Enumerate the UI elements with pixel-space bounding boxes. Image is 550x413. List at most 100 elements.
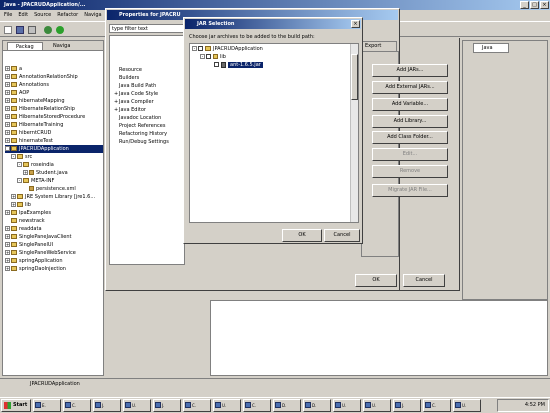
properties-nav-item[interactable]: Project References (114, 122, 169, 130)
edit-button[interactable]: Edit... (372, 148, 448, 161)
menu-refactor[interactable]: Refactor (57, 11, 78, 20)
expand-icon[interactable]: + (11, 194, 16, 199)
expand-icon[interactable]: + (5, 234, 10, 239)
export-tab[interactable]: Export (361, 41, 397, 51)
properties-nav-item[interactable]: Refactoring History (114, 130, 169, 138)
taskbar-item[interactable]: D. (303, 399, 331, 412)
taskbar-item[interactable]: C. (63, 399, 91, 412)
explorer-item[interactable]: + a (5, 65, 103, 73)
run-icon[interactable] (56, 26, 64, 34)
explorer-item[interactable]: + Student.java (5, 169, 103, 177)
expand-icon[interactable]: + (5, 98, 10, 103)
filter-input[interactable]: type filter text (109, 24, 185, 33)
taskbar-item[interactable]: U. (453, 399, 481, 412)
taskbar-item[interactable]: U. (363, 399, 391, 412)
explorer-item[interactable]: + springApplication (5, 257, 103, 265)
explorer-item[interactable]: + SinglePanelUI (5, 241, 103, 249)
explorer-item[interactable]: + hibernateMapping (5, 97, 103, 105)
jar-scrollbar[interactable] (350, 44, 358, 222)
taskbar-item[interactable]: C. (183, 399, 211, 412)
menu-file[interactable]: File (4, 11, 12, 20)
jar-cancel-button[interactable]: Cancel (324, 229, 360, 242)
explorer-item[interactable]: + AOP (5, 89, 103, 97)
save-icon[interactable] (16, 26, 24, 34)
remove-button[interactable]: Remove (372, 165, 448, 178)
expand-icon[interactable]: + (5, 66, 10, 71)
explorer-item[interactable]: + hinernateTest (5, 137, 103, 145)
print-icon[interactable] (28, 26, 36, 34)
expand-icon[interactable]: + (5, 226, 10, 231)
explorer-item[interactable]: - META-INF (5, 177, 103, 185)
jar-checkbox[interactable] (214, 62, 219, 67)
taskbar-item[interactable]: C. (423, 399, 451, 412)
tab-package-explorer[interactable]: Packag (7, 42, 43, 50)
taskbar-item[interactable]: E. (33, 399, 61, 412)
taskbar-item[interactable]: U. (333, 399, 361, 412)
explorer-item[interactable]: + HibernateRelationShip (5, 105, 103, 113)
properties-nav-item[interactable]: +Java Code Style (114, 90, 169, 98)
start-button[interactable]: Start (1, 399, 31, 412)
taskbar-item[interactable]: C. (243, 399, 271, 412)
properties-ok-button[interactable]: OK (355, 274, 397, 287)
explorer-item[interactable]: - src (5, 153, 103, 161)
expand-icon[interactable]: + (5, 114, 10, 119)
taskbar-item[interactable]: D. (273, 399, 301, 412)
taskbar-item[interactable]: J. (93, 399, 121, 412)
taskbar-item[interactable]: J. (153, 399, 181, 412)
expand-icon[interactable]: + (5, 74, 10, 79)
tab-navigator[interactable]: Naviga (45, 43, 81, 51)
debug-icon[interactable] (44, 26, 52, 34)
add-variable-button[interactable]: Add Variable... (372, 98, 448, 111)
add-class-folder-button[interactable]: Add Class Folder... (372, 131, 448, 144)
explorer-item[interactable]: + lib (5, 201, 103, 209)
taskbar-item[interactable]: U. (123, 399, 151, 412)
expand-icon[interactable]: + (11, 202, 16, 207)
jar-tree[interactable]: -JPACRUDApplication -lib ant-1.6.5.jaran… (189, 43, 359, 223)
properties-nav-item[interactable]: Javadoc Location (114, 114, 169, 122)
maximize-button[interactable]: □ (530, 1, 539, 9)
properties-nav-item[interactable]: Java Build Path (114, 82, 169, 90)
explorer-item[interactable]: + HibernateTraining (5, 121, 103, 129)
jar-scrollbar-thumb[interactable] (351, 54, 358, 100)
jar-tree-folder[interactable]: - lib (192, 53, 352, 61)
close-button[interactable]: × (540, 1, 549, 9)
jar-ok-button[interactable]: OK (282, 229, 322, 242)
menu-edit[interactable]: Edit (18, 11, 28, 20)
menu-navigate[interactable]: Naviga (84, 11, 101, 20)
explorer-item[interactable]: + HibernateStoredProcedure (5, 113, 103, 121)
minimize-button[interactable]: _ (520, 1, 529, 9)
properties-nav-item[interactable]: Run/Debug Settings (114, 138, 169, 146)
jar-item[interactable]: ant-1.6.5.jar (192, 61, 352, 69)
expand-icon[interactable]: + (5, 258, 10, 263)
expand-icon[interactable]: + (5, 210, 10, 215)
properties-nav-item[interactable]: Resource (114, 66, 169, 74)
explorer-item[interactable]: + Annotations (5, 81, 103, 89)
expand-icon[interactable]: + (5, 82, 10, 87)
explorer-item[interactable]: newstrack (5, 217, 103, 225)
expand-icon[interactable]: + (23, 170, 28, 175)
jar-tree-project[interactable]: - JPACRUDApplication (192, 45, 352, 53)
new-icon[interactable] (4, 26, 12, 34)
explorer-item[interactable]: + springDaoInjection (5, 265, 103, 273)
explorer-item[interactable]: - JPACRUDApplication (5, 145, 103, 153)
add-jars-button[interactable]: Add JARs... (372, 64, 448, 77)
explorer-item[interactable]: + readdata (5, 225, 103, 233)
collapse-icon[interactable]: - (17, 178, 22, 183)
expand-icon[interactable]: + (5, 122, 10, 127)
explorer-item[interactable]: + JRE System Library [jre1.6... (5, 193, 103, 201)
collapse-icon[interactable]: - (5, 146, 10, 151)
migrate-jar-button[interactable]: Migrate JAR File... (372, 184, 448, 197)
properties-nav-item[interactable]: Builders (114, 74, 169, 82)
jar-close-button[interactable]: × (351, 20, 360, 28)
explorer-item[interactable]: + hiberntCRUD (5, 129, 103, 137)
expand-icon[interactable]: + (5, 266, 10, 271)
collapse-icon[interactable]: - (17, 162, 22, 167)
taskbar-item[interactable]: J. (393, 399, 421, 412)
expand-icon[interactable]: + (5, 90, 10, 95)
explorer-item[interactable]: + AnnotationRelationShip (5, 73, 103, 81)
menu-source[interactable]: Source (34, 11, 51, 20)
explorer-item[interactable]: persistence.xml (5, 185, 103, 193)
expand-icon[interactable]: + (5, 250, 10, 255)
add-library-button[interactable]: Add Library... (372, 115, 448, 128)
java-perspective-tab[interactable]: Java (473, 43, 509, 53)
